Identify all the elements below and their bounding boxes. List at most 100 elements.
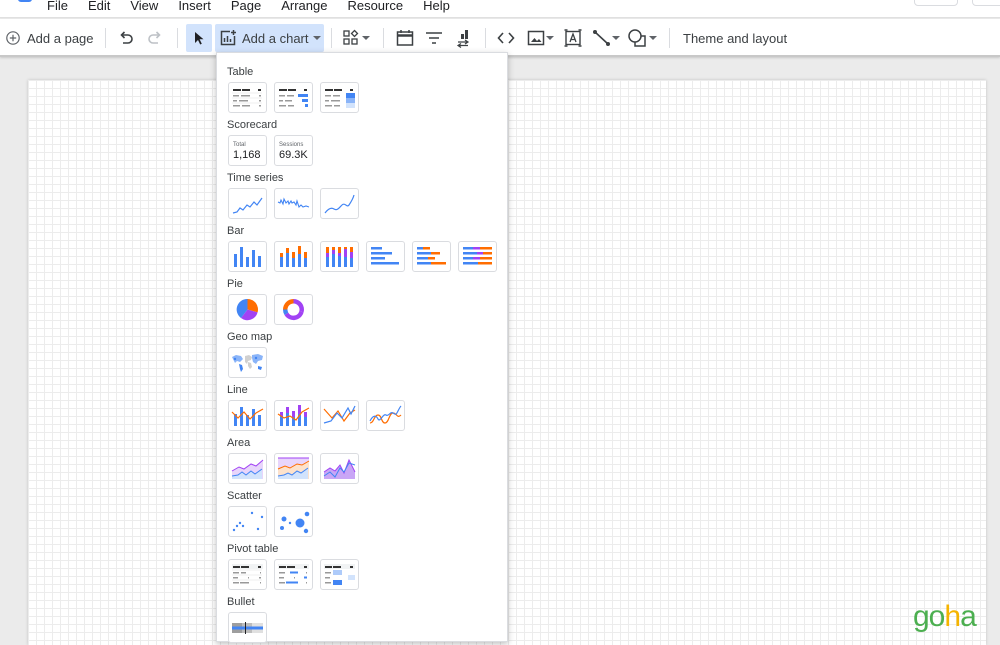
chart-option-bubble[interactable] — [274, 506, 313, 537]
chart-option-stacked-column[interactable] — [274, 241, 313, 272]
section-title-geo-map: Geo map — [227, 331, 273, 343]
time-series-icon — [232, 197, 263, 214]
chart-option-donut[interactable] — [274, 294, 313, 325]
100-stacked-area-icon — [323, 458, 356, 479]
toolbar-divider — [105, 28, 106, 48]
chart-option-pivot-with-bars[interactable] — [274, 559, 313, 590]
stacked-column-icon — [280, 246, 307, 267]
chart-option-scorecard-compact[interactable]: Sessions 69.3K — [274, 135, 313, 166]
add-chart-button[interactable]: Add a chart — [215, 24, 324, 52]
text-box-icon — [563, 29, 583, 47]
sparkline-icon — [277, 197, 310, 209]
scorecard-value: 69.3K — [279, 149, 308, 161]
top-right-button-2[interactable] — [972, 0, 1000, 6]
bubble-chart-icon — [280, 511, 310, 534]
pivot-table-icon — [232, 564, 263, 584]
chart-option-sparkline[interactable] — [274, 188, 313, 219]
main-menu: File Edit View Insert Page Arrange Resou… — [47, 0, 470, 13]
dropdown-arrow-icon — [362, 35, 370, 41]
menu-view[interactable]: View — [130, 0, 158, 13]
chart-option-table-with-bars[interactable] — [274, 82, 313, 113]
chart-option-table[interactable] — [228, 82, 267, 113]
theme-and-layout-button[interactable]: Theme and layout — [683, 24, 787, 52]
section-title-table: Table — [227, 66, 254, 78]
chart-option-scatter[interactable] — [228, 506, 267, 537]
add-control-button[interactable] — [342, 24, 370, 52]
menu-insert[interactable]: Insert — [178, 0, 211, 13]
menu-help[interactable]: Help — [423, 0, 450, 13]
menu-edit[interactable]: Edit — [88, 0, 110, 13]
chart-option-column[interactable] — [228, 241, 267, 272]
add-circle-icon — [5, 30, 21, 46]
data-control-icon — [454, 28, 472, 48]
chart-option-bullet[interactable] — [228, 612, 267, 643]
add-page-button[interactable]: Add a page — [5, 24, 94, 52]
watermark-text: go — [913, 600, 945, 633]
add-chart-icon — [219, 29, 237, 47]
stacked-combo-icon — [277, 405, 310, 426]
shape-button[interactable] — [627, 24, 657, 52]
image-button[interactable] — [526, 24, 554, 52]
section-title-pie: Pie — [227, 278, 243, 290]
toolbar-divider — [383, 28, 384, 48]
embed-url-button[interactable] — [496, 24, 516, 52]
chart-option-smoothed-line[interactable] — [366, 400, 405, 431]
chart-option-time-series[interactable] — [228, 188, 267, 219]
add-chart-label: Add a chart — [242, 30, 309, 46]
redo-button[interactable] — [146, 24, 164, 52]
chart-option-bar[interactable] — [366, 241, 405, 272]
section-title-bar: Bar — [227, 225, 245, 237]
chart-option-line[interactable] — [320, 400, 359, 431]
chart-option-100-stacked-area[interactable] — [320, 453, 359, 484]
chart-option-stacked-combo[interactable] — [274, 400, 313, 431]
chart-option-combo[interactable] — [228, 400, 267, 431]
chart-option-pivot-table[interactable] — [228, 559, 267, 590]
data-control-button[interactable] — [454, 24, 472, 52]
chart-option-pivot-with-heatmap[interactable] — [320, 559, 359, 590]
table-icon — [232, 89, 262, 107]
section-title-scorecard: Scorecard — [227, 119, 278, 131]
menu-resource[interactable]: Resource — [347, 0, 403, 13]
line-icon — [592, 29, 612, 47]
smoothed-line-icon — [369, 405, 402, 424]
embed-code-icon — [496, 29, 516, 47]
menu-arrange[interactable]: Arrange — [281, 0, 327, 13]
combo-chart-icon — [231, 407, 264, 426]
menu-file[interactable]: File — [47, 0, 68, 13]
toolbar-divider — [331, 28, 332, 48]
100-stacked-column-icon — [326, 247, 353, 267]
bar-chart-icon — [371, 247, 399, 265]
chart-option-stacked-area[interactable] — [274, 453, 313, 484]
chart-option-stacked-bar[interactable] — [412, 241, 451, 272]
app-logo[interactable] — [18, 0, 32, 2]
undo-button[interactable] — [117, 24, 135, 52]
chart-option-pie[interactable] — [228, 294, 267, 325]
top-right-button-1[interactable] — [914, 0, 958, 6]
chart-option-geo-map[interactable] — [228, 347, 267, 378]
pivot-bars-icon — [278, 564, 309, 584]
dropdown-arrow-icon — [312, 35, 321, 41]
dropdown-arrow-icon — [546, 35, 554, 41]
stacked-area-icon — [277, 457, 310, 479]
theme-and-layout-label: Theme and layout — [683, 30, 788, 46]
chart-option-smoothed-time-series[interactable] — [320, 188, 359, 219]
filter-control-button[interactable] — [424, 24, 444, 52]
line-button[interactable] — [592, 24, 620, 52]
chart-option-area[interactable] — [228, 453, 267, 484]
chart-option-table-with-heatmap[interactable] — [320, 82, 359, 113]
section-title-time-series: Time series — [227, 172, 284, 184]
section-title-area: Area — [227, 437, 251, 449]
watermark-text: h — [944, 600, 961, 633]
chart-option-100-stacked-column[interactable] — [320, 241, 359, 272]
100-stacked-bar-icon — [463, 247, 492, 265]
dropdown-arrow-icon — [612, 35, 620, 41]
chart-option-scorecard[interactable]: Total 1,168 — [228, 135, 267, 166]
chart-option-100-stacked-bar[interactable] — [458, 241, 497, 272]
smoothed-time-series-icon — [324, 194, 355, 214]
section-title-scatter: Scatter — [227, 490, 262, 502]
select-tool-button[interactable] — [186, 24, 212, 52]
date-range-button[interactable] — [395, 24, 415, 52]
text-button[interactable] — [563, 24, 583, 52]
menu-page[interactable]: Page — [231, 0, 261, 13]
select-pointer-icon — [192, 30, 206, 46]
